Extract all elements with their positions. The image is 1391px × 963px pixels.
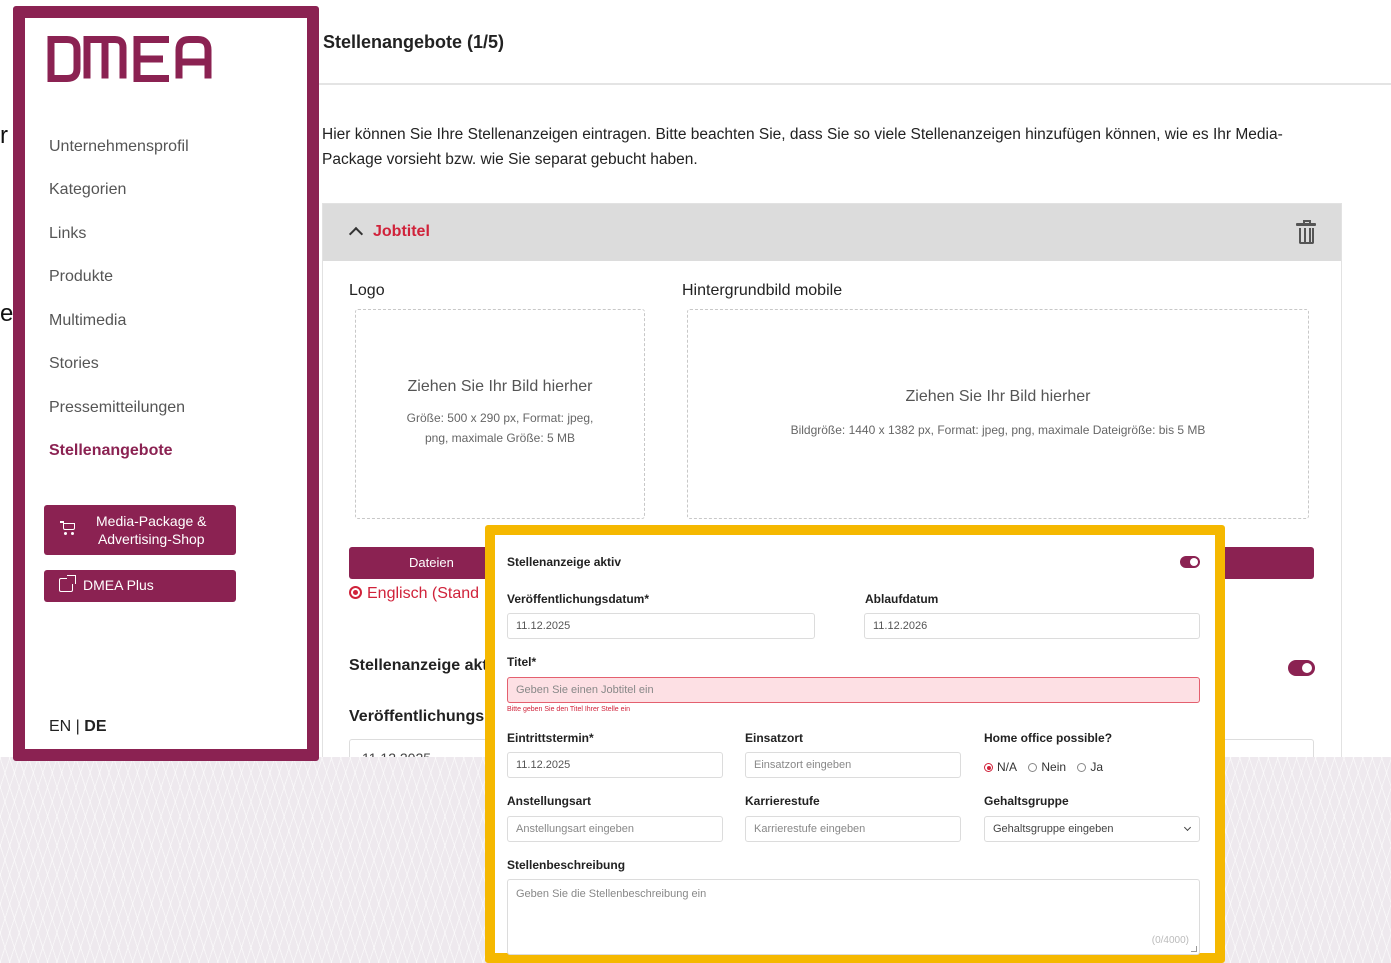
job-active-toggle[interactable]	[1288, 660, 1315, 676]
files-button-right[interactable]	[1220, 547, 1314, 579]
dmea-plus-label: DMEA Plus	[83, 577, 154, 593]
popup-active-toggle[interactable]	[1180, 556, 1200, 568]
language-option-english[interactable]: Englisch (Stand	[349, 585, 479, 603]
radio-ja[interactable]: Ja	[1077, 760, 1103, 774]
sidebar-item-stories[interactable]: Stories	[49, 355, 99, 373]
popup-employment-type-label: Anstellungsart	[507, 794, 592, 808]
popup-homeoffice-label: Home office possible?	[984, 731, 1113, 745]
intro-text: Hier können Sie Ihre Stellenanzeigen ein…	[322, 126, 1283, 168]
popup-employment-type-input[interactable]: Anstellungsart eingeben	[507, 816, 723, 842]
publication-date-label: Veröffentlichungs	[349, 708, 485, 725]
media-package-shop-button[interactable]: Media-Package & Advertising-Shop	[44, 505, 236, 555]
page-title: Stellenangebote (1/5)	[323, 32, 505, 52]
page-header: Stellenangebote (1/5)	[318, 0, 1391, 85]
sidebar-item-links[interactable]: Links	[49, 225, 86, 243]
popup-start-date-label: Eintrittstermin*	[507, 731, 594, 745]
sidebar-item-kategorien[interactable]: Kategorien	[49, 181, 126, 199]
job-offer-card-header[interactable]: Jobtitel	[323, 204, 1341, 261]
popup-publication-date-input[interactable]: 11.12.2025	[507, 613, 815, 639]
background-text-fragment: e	[0, 300, 14, 327]
sidebar-item-unternehmensprofil[interactable]: Unternehmensprofil	[49, 138, 189, 156]
sidebar: Unternehmensprofil Kategorien Links Prod…	[13, 6, 319, 761]
background-text-fragment: r	[0, 122, 8, 149]
popup-active-label: Stellenanzeige aktiv	[507, 555, 622, 569]
popup-location-label: Einsatzort	[745, 731, 804, 745]
popup-career-level-label: Karrierestufe	[745, 794, 820, 808]
cart-icon	[60, 521, 76, 535]
job-offer-title: Jobtitel	[373, 223, 430, 240]
sidebar-item-multimedia[interactable]: Multimedia	[49, 312, 126, 330]
popup-homeoffice-radios: N/A Nein Ja	[984, 760, 1111, 774]
background-image-label: Hintergrundbild mobile	[682, 282, 843, 299]
popup-expiry-date-label: Ablaufdatum	[865, 592, 939, 606]
sidebar-item-produkte[interactable]: Produkte	[49, 268, 113, 286]
lang-de[interactable]: DE	[84, 718, 106, 735]
trash-icon[interactable]	[1296, 220, 1316, 244]
external-link-icon	[59, 575, 76, 592]
lang-en[interactable]: EN	[49, 718, 71, 735]
sidebar-item-pressemitteilungen[interactable]: Pressemitteilungen	[49, 399, 185, 417]
resize-handle-icon[interactable]	[1191, 946, 1197, 952]
files-button[interactable]: Dateien	[349, 547, 489, 579]
radio-selected-icon	[984, 763, 993, 772]
media-package-shop-label: Media-Package & Advertising-Shop	[96, 513, 207, 547]
radio-na[interactable]: N/A	[984, 760, 1017, 774]
popup-expiry-date-input[interactable]: 11.12.2026	[864, 613, 1200, 639]
popup-title-label: Titel*	[507, 655, 537, 669]
radio-nein[interactable]: Nein	[1028, 760, 1066, 774]
radio-selected-icon	[349, 586, 362, 599]
job-active-label: Stellenanzeige akt	[349, 657, 488, 674]
logo-dropzone[interactable]: Ziehen Sie Ihr Bild hierher Größe: 500 x…	[355, 309, 645, 519]
popup-salary-group-select[interactable]: Gehaltsgruppe eingeben	[984, 816, 1200, 842]
popup-title-error: Bitte geben Sie den Titel Ihrer Stelle e…	[507, 706, 630, 713]
background-dropzone-title: Ziehen Sie Ihr Bild hierher	[905, 388, 1091, 405]
chevron-down-icon	[1183, 823, 1192, 832]
dmea-plus-button[interactable]: DMEA Plus	[44, 570, 236, 602]
language-switch: EN | DE	[49, 718, 107, 735]
popup-description-textarea[interactable]: Geben Sie die Stellenbeschreibung ein (0…	[507, 879, 1200, 955]
popup-start-date-input[interactable]: 11.12.2025	[507, 752, 723, 778]
logo-label: Logo	[349, 282, 385, 299]
popup-description-label: Stellenbeschreibung	[507, 858, 626, 872]
logo-dropzone-title: Ziehen Sie Ihr Bild hierher	[407, 378, 593, 395]
radio-empty-icon	[1077, 763, 1087, 772]
dmea-logo	[47, 36, 212, 82]
popup-publication-date-label: Veröffentlichungsdatum*	[507, 592, 650, 606]
background-image-dropzone[interactable]: Ziehen Sie Ihr Bild hierher Bildgröße: 1…	[687, 309, 1309, 519]
chevron-up-icon[interactable]	[348, 226, 364, 242]
popup-salary-group-label: Gehaltsgruppe	[984, 794, 1069, 808]
popup-location-input[interactable]: Einsatzort eingeben	[745, 752, 961, 778]
popup-career-level-input[interactable]: Karrierestufe eingeben	[745, 816, 961, 842]
logo-dropzone-hint: Größe: 500 x 290 px, Format: jpeg, png, …	[406, 411, 594, 445]
sidebar-item-stellenangebote[interactable]: Stellenangebote	[49, 442, 173, 460]
radio-empty-icon	[1028, 763, 1038, 772]
popup-title-input[interactable]: Geben Sie einen Jobtitel ein	[507, 677, 1200, 703]
background-dropzone-hint: Bildgröße: 1440 x 1382 px, Format: jpeg,…	[790, 423, 1206, 437]
popup-description-counter: (0/4000)	[1151, 935, 1189, 946]
job-form-zoom-panel: Stellenanzeige aktiv Veröffentlichungsda…	[485, 525, 1225, 963]
